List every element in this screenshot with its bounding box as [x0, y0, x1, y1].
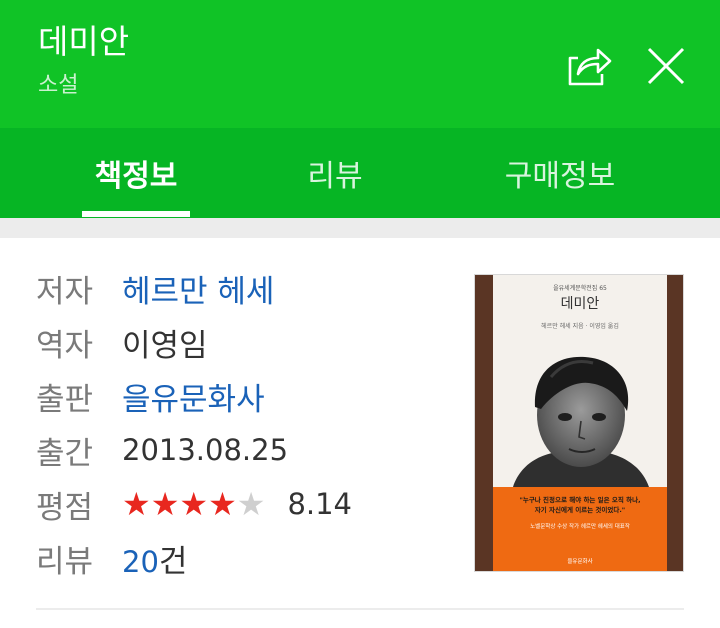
publisher-link[interactable]: 을유문화사	[122, 374, 265, 419]
section-divider	[0, 218, 720, 238]
cover-subtitle: 헤르만 헤세 지음 · 이영임 옮김	[541, 323, 619, 330]
publisher-row: 출판 을유문화사	[36, 370, 265, 422]
cover-publisher: 을유문화사	[567, 559, 593, 565]
page-title: 데미안	[38, 22, 130, 61]
translator-row: 역자 이영임	[36, 316, 208, 368]
translator-value: 이영임	[122, 327, 208, 364]
review-unit: 건	[158, 543, 188, 580]
share-icon	[564, 44, 612, 88]
star-icon: ★	[236, 485, 266, 523]
cover-quote: "누구나 진정으로 해야 하는 일은 오직 하나, 자기 자신에게 이르는 것이…	[519, 496, 641, 514]
date-row: 출간 2013.08.25	[36, 424, 288, 476]
tab-purchase-info[interactable]: 구매정보	[480, 128, 640, 218]
cover-page: 을유세계문학전집 65 데미안 헤르만 헤세 지음 · 이영임 옮김 "누구나 …	[493, 275, 667, 571]
cover-portrait	[493, 337, 667, 487]
translator-label: 역자	[36, 327, 94, 364]
star-icon: ★	[179, 485, 209, 523]
book-cover[interactable]: 을유세계문학전집 65 데미안 헤르만 헤세 지음 · 이영임 옮김 "누구나 …	[474, 274, 684, 572]
tab-bar: 책정보 리뷰 구매정보	[0, 128, 720, 218]
rating-row: 평점 ★ ★ ★ ★ ★ 8.14	[36, 478, 352, 530]
publish-date: 2013.08.25	[122, 433, 289, 467]
review-row: 리뷰 20건	[36, 532, 187, 584]
cover-blurb: 노벨문학상 수상 작가 헤르만 헤세의 대표작	[530, 524, 630, 530]
cover-title: 데미안	[560, 296, 600, 312]
content-divider	[36, 608, 684, 610]
star-icon: ★	[150, 485, 180, 523]
rating-label: 평점	[36, 489, 94, 526]
author-label: 저자	[36, 273, 94, 310]
publisher-label: 출판	[36, 381, 94, 418]
star-icon: ★	[208, 485, 237, 523]
tab-book-info[interactable]: 책정보	[82, 128, 190, 218]
active-tab-indicator	[82, 211, 190, 217]
page-subtitle: 소설	[38, 73, 79, 98]
date-label: 출간	[36, 435, 94, 472]
star-icon: ★	[122, 485, 151, 523]
share-button[interactable]	[562, 40, 614, 92]
header-bar: 데미안 소설	[0, 0, 720, 128]
review-label: 리뷰	[36, 543, 94, 580]
cover-series: 을유세계문학전집 65	[553, 285, 607, 292]
rating-stars: ★ ★ ★ ★ ★	[122, 488, 265, 520]
rating-value: 8.14	[287, 487, 353, 521]
close-button[interactable]	[640, 40, 692, 92]
tab-reviews[interactable]: 리뷰	[280, 128, 390, 218]
author-link[interactable]: 헤르만 헤세	[122, 266, 274, 311]
close-icon	[646, 46, 686, 86]
review-count: 20	[122, 544, 159, 579]
author-row: 저자 헤르만 헤세	[36, 262, 274, 314]
cover-band: "누구나 진정으로 해야 하는 일은 오직 하나, 자기 자신에게 이르는 것이…	[493, 487, 667, 571]
review-count-link[interactable]: 20건	[122, 536, 187, 581]
